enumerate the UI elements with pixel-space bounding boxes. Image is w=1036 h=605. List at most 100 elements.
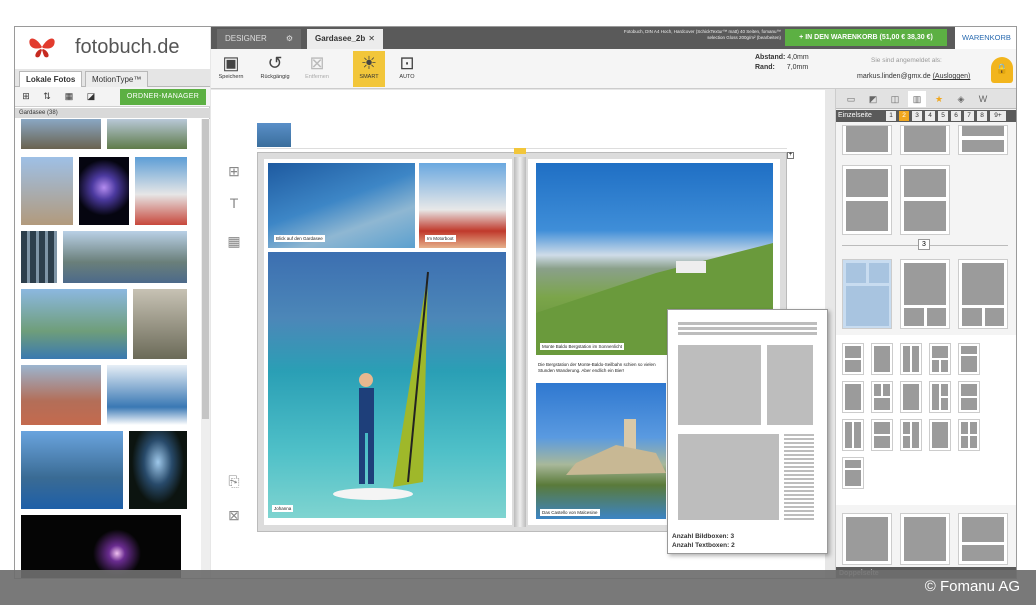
add-to-cart-button[interactable]: + IN DEN WARENKORB (51,00 € 38,30 €) bbox=[785, 29, 947, 46]
page-count-4[interactable]: 4 bbox=[925, 111, 935, 121]
layout-option[interactable] bbox=[842, 513, 892, 565]
layout-option[interactable] bbox=[958, 259, 1008, 329]
view-size-icon[interactable]: ◪ bbox=[83, 90, 99, 103]
thumbnail[interactable] bbox=[79, 157, 129, 225]
layout-option[interactable] bbox=[900, 165, 950, 235]
layout-option[interactable] bbox=[929, 343, 951, 375]
comment-icon[interactable]: ▭ bbox=[842, 91, 860, 107]
smart-button[interactable]: ☀ SMART bbox=[353, 51, 385, 87]
thumbnail[interactable] bbox=[107, 119, 187, 149]
layout-option[interactable] bbox=[900, 513, 950, 565]
thumbnail[interactable] bbox=[107, 365, 187, 425]
thumbnail[interactable] bbox=[21, 157, 73, 225]
left-toolbar: ⊞ ⇅ ▦ ◪ ORDNER-MANAGER bbox=[15, 87, 210, 107]
warenkorb-link[interactable]: WARENKORB bbox=[955, 27, 1016, 49]
rand-value[interactable]: 7,0mm bbox=[787, 64, 808, 71]
sort-icon[interactable]: ⇅ bbox=[39, 90, 55, 103]
close-icon[interactable]: ✕ bbox=[368, 29, 375, 48]
tab-lokale-fotos[interactable]: Lokale Fotos bbox=[19, 71, 83, 87]
thumbnail[interactable] bbox=[21, 231, 57, 283]
star-icon[interactable]: ★ bbox=[930, 91, 948, 107]
layout-option[interactable] bbox=[958, 343, 980, 375]
add-page-icon[interactable]: + bbox=[787, 152, 794, 159]
caption[interactable]: Johanna bbox=[272, 505, 294, 512]
tab-designer[interactable]: DESIGNER ⚙ bbox=[217, 29, 301, 49]
page-count-1[interactable]: 1 bbox=[886, 111, 896, 121]
layout-option[interactable] bbox=[900, 381, 922, 413]
background-icon[interactable]: ◩ bbox=[864, 91, 882, 107]
page-count-6[interactable]: 6 bbox=[951, 111, 961, 121]
left-scrollbar[interactable] bbox=[201, 119, 210, 578]
copyright-text: © Fomanu AG bbox=[924, 578, 1020, 595]
tab-motiontype[interactable]: MotionType™ bbox=[85, 71, 149, 87]
ordner-manager-button[interactable]: ORDNER-MANAGER bbox=[120, 89, 206, 105]
book-icon[interactable]: ◫ bbox=[886, 91, 904, 107]
layout-option[interactable] bbox=[900, 125, 950, 155]
layout-option[interactable] bbox=[900, 343, 922, 375]
thumbnail[interactable] bbox=[21, 289, 127, 359]
spread-handle[interactable] bbox=[514, 148, 526, 154]
layout-option[interactable] bbox=[842, 343, 864, 375]
layout-option-selected[interactable] bbox=[842, 259, 892, 329]
undo-button[interactable]: ↺ Rückgängig bbox=[259, 51, 291, 87]
auto-button[interactable]: ⊡ AUTO bbox=[391, 51, 423, 87]
save-button[interactable]: ▣ Speichern bbox=[215, 51, 247, 87]
caption[interactable]: Im Motorboot bbox=[425, 235, 456, 242]
thumbnail[interactable] bbox=[21, 431, 123, 509]
thumbnail[interactable] bbox=[63, 231, 187, 283]
page-count-8[interactable]: 8 bbox=[977, 111, 987, 121]
page-thumbnail[interactable] bbox=[257, 123, 291, 147]
qr-code-icon[interactable]: ▦ bbox=[225, 232, 243, 250]
layers-icon[interactable]: ◈ bbox=[952, 91, 970, 107]
page-count-2[interactable]: 2 bbox=[899, 111, 909, 121]
thumbnail[interactable] bbox=[135, 157, 187, 225]
gear-icon[interactable]: ⚙ bbox=[286, 29, 293, 48]
layout-option[interactable] bbox=[842, 419, 864, 451]
layout-option[interactable] bbox=[871, 381, 893, 413]
abstand-value[interactable]: 4,0mm bbox=[787, 54, 808, 61]
thumbnail[interactable] bbox=[133, 289, 187, 359]
layout-option[interactable] bbox=[958, 381, 980, 413]
spacing-info: Abstand: 4,0mm Rand: 7,0mm bbox=[755, 53, 809, 73]
layout-option[interactable] bbox=[929, 381, 951, 413]
caption[interactable]: Das Castello von Malcesine bbox=[540, 509, 600, 516]
page-strip[interactable] bbox=[257, 123, 787, 149]
thumbnail[interactable] bbox=[21, 119, 101, 149]
caption[interactable]: Monte Baldo Bergstation im Sonnenlicht bbox=[540, 343, 625, 350]
layout-option[interactable] bbox=[900, 419, 922, 451]
layout-option[interactable] bbox=[842, 125, 892, 155]
layout-option[interactable] bbox=[871, 343, 893, 375]
caption[interactable]: Blick auf den Gardasee bbox=[274, 235, 325, 242]
layout-option[interactable] bbox=[900, 259, 950, 329]
layout-option[interactable] bbox=[842, 381, 864, 413]
layout-option[interactable] bbox=[871, 419, 893, 451]
remove-button[interactable]: ⊠ Entfernen bbox=[301, 51, 333, 87]
tab-project[interactable]: Gardasee_2b ✕ bbox=[307, 29, 383, 49]
layout-option[interactable] bbox=[842, 457, 864, 489]
save-icon: ▣ bbox=[222, 53, 240, 73]
add-image-icon[interactable]: ⊞ bbox=[225, 162, 243, 180]
layout-option[interactable] bbox=[842, 165, 892, 235]
thumbnail[interactable] bbox=[129, 431, 187, 509]
layout-option[interactable] bbox=[929, 419, 951, 451]
thumbnail[interactable] bbox=[21, 365, 101, 425]
photo-castello[interactable] bbox=[536, 383, 666, 519]
page-count-9plus[interactable]: 9+ bbox=[990, 111, 1006, 121]
logout-link[interactable]: (Ausloggen) bbox=[933, 73, 971, 80]
layout-option[interactable] bbox=[958, 513, 1008, 565]
layout-icon[interactable]: ▥ bbox=[908, 91, 926, 107]
add-text-icon[interactable]: T bbox=[225, 194, 243, 212]
layout-option[interactable] bbox=[958, 419, 980, 451]
product-info[interactable]: Fotobuch, DIN A4 Hoch, Hardcover (Schick… bbox=[611, 29, 781, 40]
wikipedia-icon[interactable]: W bbox=[974, 91, 992, 107]
delete-icon[interactable]: ⊠ bbox=[225, 506, 243, 524]
grid-view-icon[interactable]: ▦ bbox=[61, 90, 77, 103]
page-count-3[interactable]: 3 bbox=[912, 111, 922, 121]
select-all-icon[interactable]: ⊞ bbox=[18, 90, 34, 103]
page-count-5[interactable]: 5 bbox=[938, 111, 948, 121]
text-box[interactable]: Die Bergstation der Monte-Baldo-Seilbahn… bbox=[536, 361, 666, 375]
paste-icon[interactable]: ⎘ bbox=[225, 472, 243, 490]
layout-option[interactable] bbox=[958, 125, 1008, 155]
page-count-7[interactable]: 7 bbox=[964, 111, 974, 121]
photo-windsurfer[interactable] bbox=[268, 252, 506, 518]
